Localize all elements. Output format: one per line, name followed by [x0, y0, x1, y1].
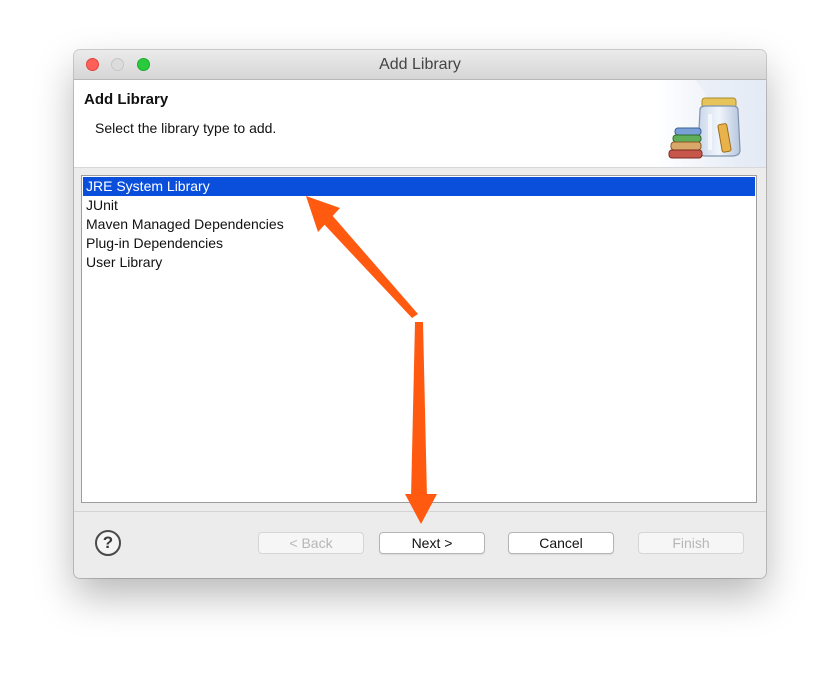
- library-type-list[interactable]: JRE System Library JUnit Maven Managed D…: [81, 175, 757, 503]
- library-jar-icon: [656, 80, 766, 167]
- page-description: Select the library type to add.: [95, 120, 277, 136]
- add-library-dialog: Add Library Add Library Select the libra…: [74, 50, 766, 578]
- finish-button[interactable]: Finish: [638, 532, 744, 554]
- list-item-plug-in-dependencies[interactable]: Plug-in Dependencies: [83, 234, 755, 253]
- page-title: Add Library: [84, 91, 169, 108]
- cancel-button[interactable]: Cancel: [508, 532, 614, 554]
- list-item-maven-managed-dependencies[interactable]: Maven Managed Dependencies: [83, 215, 755, 234]
- stage: Add Library Add Library Select the libra…: [0, 0, 840, 676]
- footer-divider: [74, 511, 766, 512]
- next-button[interactable]: Next >: [379, 532, 485, 554]
- wizard-header: Add Library Select the library type to a…: [74, 80, 766, 168]
- list-item-user-library[interactable]: User Library: [83, 253, 755, 272]
- help-icon[interactable]: ?: [95, 530, 121, 556]
- title-bar[interactable]: Add Library: [74, 50, 766, 80]
- back-button[interactable]: < Back: [258, 532, 364, 554]
- list-item-junit[interactable]: JUnit: [83, 196, 755, 215]
- list-item-jre-system-library[interactable]: JRE System Library: [83, 177, 755, 196]
- window-title: Add Library: [379, 56, 461, 73]
